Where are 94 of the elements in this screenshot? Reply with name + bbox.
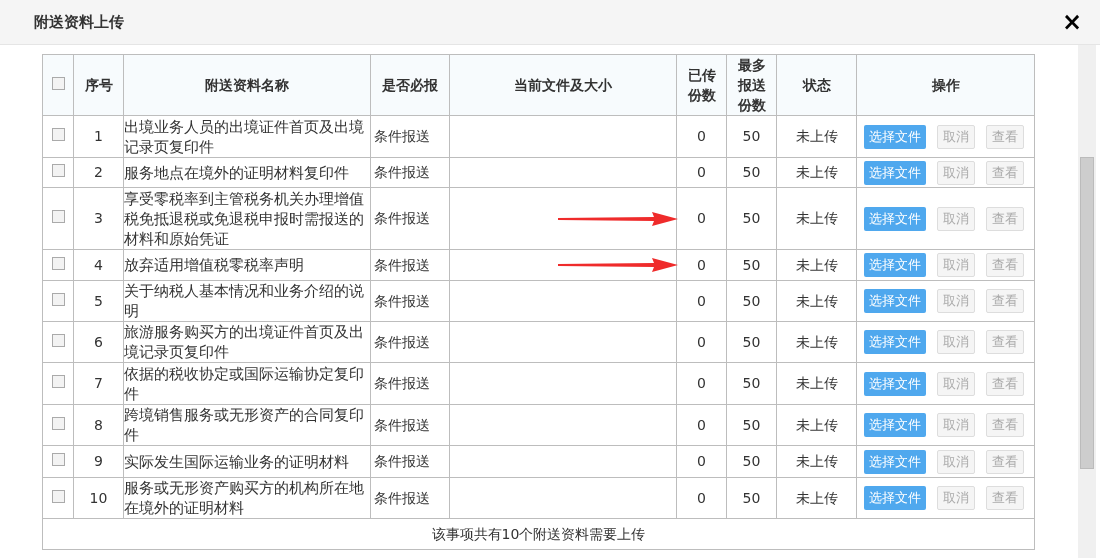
uploaded-count: 0	[697, 416, 706, 433]
row-number: 4	[94, 256, 103, 273]
uploaded-count: 0	[697, 375, 706, 391]
checkbox[interactable]	[51, 375, 65, 388]
column-header: 状态	[802, 77, 831, 93]
requirement-label: 条件报送	[374, 210, 430, 226]
row-number: 9	[94, 453, 103, 469]
row-number: 3	[94, 210, 103, 226]
column-header: 序号	[84, 77, 113, 93]
row-number: 5	[94, 292, 103, 309]
max-count: 50	[742, 375, 761, 391]
document-name: 旅游服务购买方的出境证件首页及出境记录页复印件	[124, 323, 364, 361]
status-label: 未上传	[795, 210, 838, 226]
requirement-label: 条件报送	[374, 128, 430, 144]
max-count: 50	[742, 416, 761, 433]
max-count: 50	[742, 256, 761, 273]
column-header: 当前文件及大小	[514, 77, 612, 93]
checkbox[interactable]	[51, 256, 65, 270]
requirement-label: 条件报送	[374, 164, 430, 180]
status-label: 未上传	[795, 256, 838, 273]
status-label: 未上传	[795, 375, 838, 391]
max-count: 50	[742, 489, 761, 506]
column-header: 附送资料名称	[205, 77, 289, 93]
status-label: 未上传	[795, 453, 838, 469]
max-count: 50	[742, 128, 761, 144]
choose-file-button[interactable]: 选择文件	[864, 449, 926, 474]
document-name: 关于纳税人基本情况和业务介绍的说明	[124, 282, 364, 320]
choose-file-button[interactable]: 选择文件	[864, 330, 926, 354]
checkbox[interactable]	[51, 128, 65, 141]
max-count: 50	[742, 210, 761, 226]
status-label: 未上传	[795, 416, 838, 433]
max-count: 50	[742, 164, 761, 180]
column-header: 操作	[931, 77, 960, 93]
max-count: 50	[742, 333, 761, 350]
checkbox[interactable]	[51, 164, 65, 177]
dialog-title: 附送资料上传	[34, 11, 124, 33]
requirement-label: 条件报送	[374, 333, 430, 350]
checkbox[interactable]	[51, 210, 65, 223]
requirement-label: 条件报送	[374, 292, 430, 309]
status-label: 未上传	[795, 164, 838, 180]
column-header: 最多报送份数	[737, 57, 766, 113]
requirement-label: 条件报送	[374, 375, 430, 391]
document-name: 出境业务人员的出境证件首页及出境记录页复印件	[124, 117, 364, 156]
checkbox[interactable]	[51, 333, 65, 347]
footer-note: 该事项共有10个附送资料需要上传	[431, 525, 646, 542]
requirement-label: 条件报送	[374, 416, 430, 433]
uploaded-count: 0	[697, 256, 706, 273]
document-name: 享受零税率到主管税务机关办理增值税免抵退税或免退税申报时需报送的材料和原始凭证	[124, 189, 364, 248]
max-count: 50	[742, 292, 761, 309]
close-button[interactable]: ×	[1061, 10, 1082, 34]
choose-file-button[interactable]: 选择文件	[864, 413, 926, 437]
uploaded-count: 0	[697, 489, 706, 506]
choose-file-button[interactable]: 选择文件	[864, 124, 926, 149]
status-label: 未上传	[795, 489, 838, 506]
checkbox[interactable]	[51, 416, 65, 430]
status-label: 未上传	[795, 333, 838, 350]
row-number: 10	[89, 489, 108, 506]
requirement-label: 条件报送	[374, 453, 430, 469]
uploaded-count: 0	[697, 333, 706, 350]
status-label: 未上传	[795, 128, 838, 144]
checkbox[interactable]	[51, 489, 65, 503]
uploaded-count: 0	[697, 453, 706, 469]
uploaded-count: 0	[697, 128, 706, 144]
uploaded-count: 0	[697, 292, 706, 309]
row-number: 2	[94, 164, 103, 180]
row-number: 7	[94, 375, 103, 391]
checkbox[interactable]	[51, 76, 65, 90]
requirement-label: 条件报送	[374, 489, 430, 506]
choose-file-button[interactable]: 选择文件	[864, 253, 926, 277]
checkbox[interactable]	[51, 453, 65, 466]
scrollbar-thumb[interactable]	[1080, 157, 1094, 469]
document-name: 放弃适用增值税零税率声明	[124, 256, 304, 274]
status-label: 未上传	[795, 292, 838, 309]
uploaded-count: 0	[697, 164, 706, 180]
row-number: 6	[94, 333, 103, 350]
document-name: 实际发生国际运输业务的证明材料	[124, 452, 349, 471]
max-count: 50	[742, 453, 761, 469]
choose-file-button[interactable]: 选择文件	[864, 486, 926, 510]
row-number: 1	[94, 128, 103, 144]
document-name: 服务或无形资产购买方的机构所在地在境外的证明材料	[124, 479, 364, 517]
column-header: 是否必报	[382, 77, 438, 93]
document-name: 跨境销售服务或无形资产的合同复印件	[124, 406, 364, 444]
choose-file-button[interactable]: 选择文件	[864, 289, 926, 313]
row-number: 8	[94, 416, 103, 433]
requirement-label: 条件报送	[374, 256, 430, 273]
choose-file-button[interactable]: 选择文件	[864, 206, 926, 231]
uploaded-count: 0	[697, 210, 706, 226]
column-header: 已传份数	[687, 67, 716, 103]
document-name: 依据的税收协定或国际运输协定复印件	[124, 364, 364, 403]
scrollbar[interactable]	[1078, 45, 1096, 558]
document-name: 服务地点在境外的证明材料复印件	[124, 163, 349, 182]
checkbox[interactable]	[51, 292, 65, 306]
choose-file-button[interactable]: 选择文件	[864, 160, 926, 185]
choose-file-button[interactable]: 选择文件	[864, 371, 926, 396]
